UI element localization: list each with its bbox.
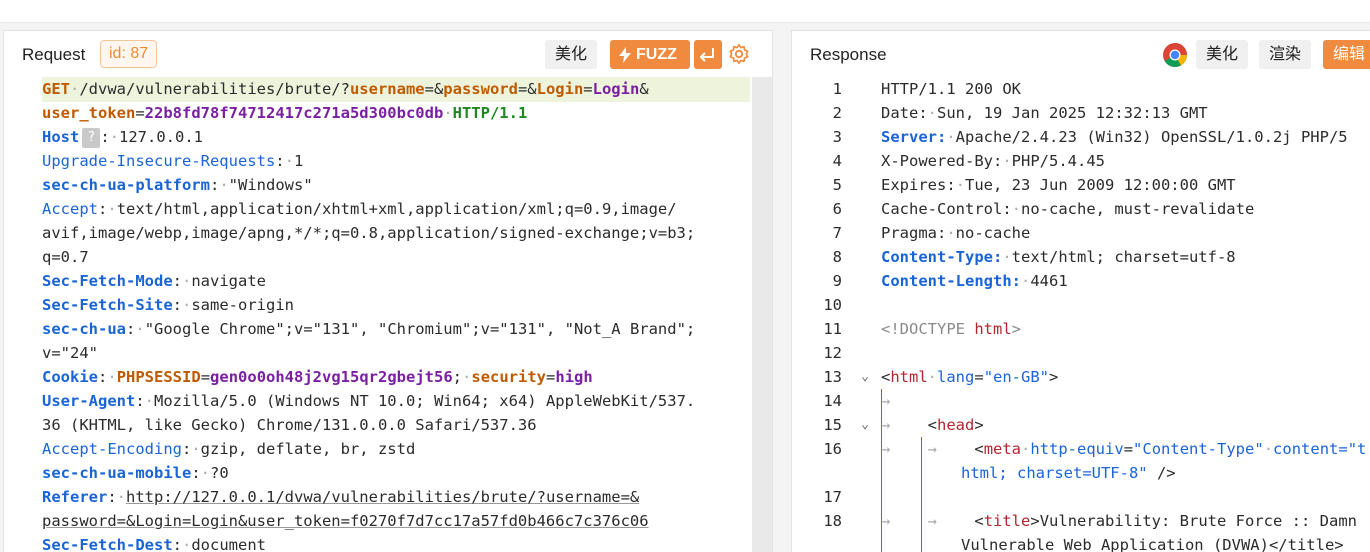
line-number: 3 xyxy=(832,128,842,146)
response-line-1: HTTP/1.1 200 OK xyxy=(881,80,1021,98)
response-line-16: → → <meta·http-equiv="Content-Type"·cont… xyxy=(881,440,1367,458)
response-line-18: → → <title>Vulnerability: Brute Force ::… xyxy=(881,512,1357,530)
line-number: 9 xyxy=(832,272,842,290)
header-referer: Referer:·http://127.0.0.1/dvwa/vulnerabi… xyxy=(42,488,640,506)
line-number: 12 xyxy=(823,344,842,362)
header-sec-fetch-site: Sec-Fetch-Site:·same-origin xyxy=(42,296,294,314)
response-line-6: Cache-Control:·no-cache, must-revalidate xyxy=(881,200,1255,218)
fuzz-label: FUZZ xyxy=(636,46,677,63)
response-title: Response xyxy=(810,45,887,64)
response-header: Response 美化 渲染 编辑 xyxy=(792,31,1370,76)
referer-link-cont[interactable]: password=&Login=Login&user_token=f0270f7… xyxy=(42,512,649,530)
response-line-11: <!DOCTYPE html> xyxy=(881,320,1021,338)
header-sec-ch-ua: sec-ch-ua:·"Google Chrome";v="131", "Chr… xyxy=(42,320,696,338)
lightning-icon xyxy=(619,47,631,63)
response-line-4: X-Powered-By:·PHP/5.4.45 xyxy=(881,152,1105,170)
request-header: Request id: 87 美化 FUZZ xyxy=(4,31,772,76)
edit-button[interactable]: 编辑 xyxy=(1323,40,1370,69)
header-sec-ch-ua-cont: v="24" xyxy=(42,344,98,362)
request-editor[interactable]: GET·/dvwa/vulnerabilities/brute/?usernam… xyxy=(4,76,772,552)
header-referer-cont: password=&Login=Login&user_token=f0270f7… xyxy=(42,509,649,533)
response-line-8: Content-Type:·text/html; charset=utf-8 xyxy=(881,248,1236,266)
header-sec-fetch-mode: Sec-Fetch-Mode:·navigate xyxy=(42,272,266,290)
line-number: 1 xyxy=(832,80,842,98)
response-line-5: Expires:·Tue, 23 Jun 2009 12:00:00 GMT xyxy=(881,176,1236,194)
request-line-1: GET·/dvwa/vulnerabilities/brute/?usernam… xyxy=(42,80,649,98)
line-number: 17 xyxy=(823,488,842,506)
response-panel: Response 美化 渲染 编辑 1 2 3 4 5 6 7 8 9 10 1… xyxy=(791,30,1370,552)
line-number: 5 xyxy=(832,176,842,194)
tab-arrow-icon: → xyxy=(881,440,891,458)
response-line-7: Pragma:·no-cache xyxy=(881,224,1031,242)
return-icon xyxy=(699,48,714,62)
header-accept-encoding: Accept-Encoding:·gzip, deflate, br, zstd xyxy=(42,440,416,458)
line-number: 15 xyxy=(823,416,842,434)
response-beautify-button[interactable]: 美化 xyxy=(1196,40,1249,69)
header-sec-ch-ua-platform: sec-ch-ua-platform:·"Windows" xyxy=(42,176,313,194)
header-accept-cont-1: avif,image/webp,image/apng,*/*;q=0.8,app… xyxy=(42,224,696,242)
header-cookie: Cookie:·PHPSESSID=gen0o0oh48j2vg15qr2gbe… xyxy=(42,368,593,386)
fuzz-button[interactable]: FUZZ xyxy=(610,40,690,69)
line-number: 18 xyxy=(823,512,842,530)
response-line-15: → <head> xyxy=(881,416,984,434)
response-line-16-cont: html; charset=UTF-8" /> xyxy=(961,464,1176,482)
chevron-down-icon[interactable]: ⌄ xyxy=(858,413,872,437)
line-number: 2 xyxy=(832,104,842,122)
line-number: 14 xyxy=(823,392,842,410)
tab-arrow-icon: → xyxy=(881,416,891,434)
chevron-down-icon[interactable]: ⌄ xyxy=(858,365,872,389)
line-number: 16 xyxy=(823,440,842,458)
request-id-badge: id: 87 xyxy=(100,40,158,68)
tab-arrow-icon: → xyxy=(927,512,938,530)
header-sec-fetch-dest: Sec-Fetch-Dest:·document xyxy=(42,536,266,552)
gear-icon[interactable] xyxy=(728,43,750,65)
header-accept: Accept:·text/html,application/xhtml+xml,… xyxy=(42,200,677,218)
header-sec-ch-ua-mobile: sec-ch-ua-mobile:·?0 xyxy=(42,464,229,482)
response-line-3: Server:·Apache/2.4.23 (Win32) OpenSSL/1.… xyxy=(881,128,1348,146)
referer-link[interactable]: http://127.0.0.1/dvwa/vulnerabilities/br… xyxy=(126,488,639,506)
request-panel: Request id: 87 美化 FUZZ GET·/dvwa/vulnera… xyxy=(3,30,773,552)
response-line-13: <html·lang="en-GB"> xyxy=(881,368,1059,386)
line-number: 10 xyxy=(823,296,842,314)
header-user-agent: User-Agent:·Mozilla/5.0 (Windows NT 10.0… xyxy=(42,392,696,410)
response-line-9: Content-Length:·4461 xyxy=(881,272,1068,290)
header-user-agent-cont: 36 (KHTML, like Gecko) Chrome/131.0.0.0 … xyxy=(42,416,537,434)
response-line-14: → xyxy=(881,389,890,413)
request-line-2: user_token=22b8fd78f74712417c271a5d300bc… xyxy=(42,104,528,122)
header-host: Host?:·127.0.0.1 xyxy=(42,127,204,148)
line-number: 13 xyxy=(823,368,842,386)
line-number: 8 xyxy=(832,248,842,266)
beautify-button[interactable]: 美化 xyxy=(545,40,598,69)
tab-arrow-icon: → xyxy=(881,392,891,410)
line-number: 4 xyxy=(832,152,842,170)
line-number: 11 xyxy=(823,320,842,338)
send-return-button[interactable] xyxy=(694,40,722,69)
chrome-icon[interactable] xyxy=(1162,42,1188,68)
tab-arrow-icon: → xyxy=(927,440,938,458)
response-editor[interactable]: 1 2 3 4 5 6 7 8 9 10 11 12 13 14 15 16 1… xyxy=(792,76,1370,552)
request-title: Request xyxy=(22,45,86,64)
header-upgrade-insecure-requests: Upgrade-Insecure-Requests:·1 xyxy=(42,152,304,170)
line-number: 6 xyxy=(832,200,842,218)
question-icon[interactable]: ? xyxy=(82,127,101,148)
header-accept-cont-2: q=0.7 xyxy=(42,248,89,266)
line-number: 7 xyxy=(832,224,842,242)
top-toolbar-strip xyxy=(0,0,1370,23)
response-line-2: Date:·Sun, 19 Jan 2025 12:32:13 GMT xyxy=(881,104,1208,122)
render-button[interactable]: 渲染 xyxy=(1259,40,1312,69)
response-line-18-cont: Vulnerable Web Application (DVWA)</title… xyxy=(961,536,1344,552)
tab-arrow-icon: → xyxy=(881,512,891,530)
